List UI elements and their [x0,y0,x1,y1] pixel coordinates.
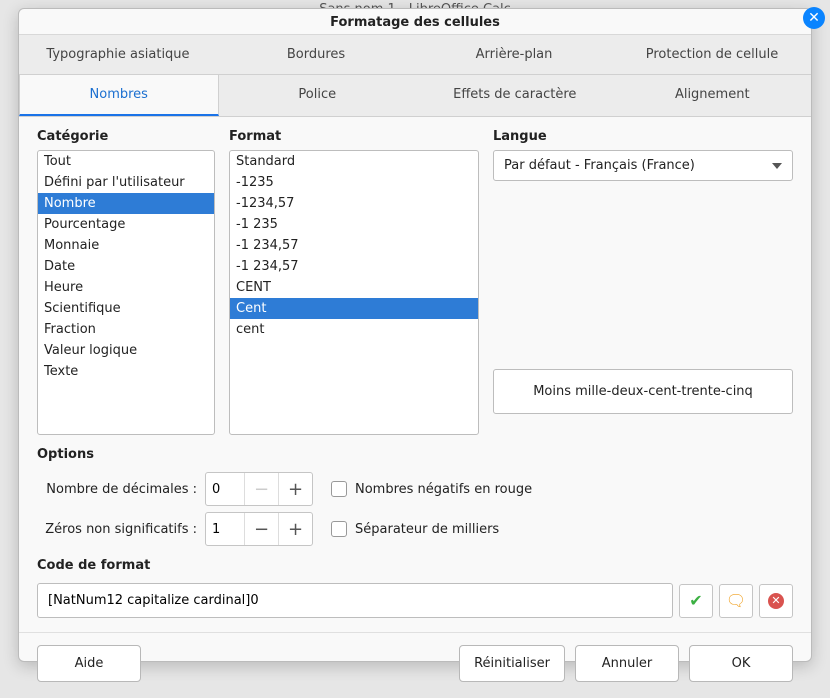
dialog-content: Catégorie ToutDéfini par l'utilisateurNo… [19,117,811,618]
edit-comment-button[interactable]: 🗨 [719,584,753,618]
cancel-button[interactable]: Annuler [575,645,679,682]
chevron-down-icon [772,163,782,169]
tab-row-lower: Nombres Police Effets de caractère Align… [19,75,811,117]
category-item[interactable]: Défini par l'utilisateur [38,172,214,193]
format-item[interactable]: -1 234,57 [230,256,478,277]
format-code-header: Code de format [37,546,793,577]
leading-zeros-minus-button[interactable]: − [244,513,278,545]
tab-asian-typography[interactable]: Typographie asiatique [19,35,217,74]
check-icon: ✔ [689,591,702,610]
decimals-label: Nombre de décimales : [37,482,197,497]
language-value: Par défaut - Français (France) [504,158,695,173]
language-select[interactable]: Par défaut - Français (France) [493,150,793,181]
ok-button[interactable]: OK [689,645,793,682]
apply-format-button[interactable]: ✔ [679,584,713,618]
format-cells-dialog: ✕ Formatage des cellules Typographie asi… [18,8,812,662]
format-item[interactable]: -1 235 [230,214,478,235]
category-item[interactable]: Monnaie [38,235,214,256]
category-item[interactable]: Valeur logique [38,340,214,361]
leading-zeros-stepper[interactable]: − + [205,512,313,546]
tab-row-upper: Typographie asiatique Bordures Arrière-p… [19,34,811,75]
category-item[interactable]: Nombre [38,193,214,214]
leading-zeros-input[interactable] [206,516,244,543]
category-item[interactable]: Tout [38,151,214,172]
category-item[interactable]: Date [38,256,214,277]
format-item[interactable]: cent [230,319,478,340]
thousands-sep-checkbox[interactable]: Séparateur de milliers [331,521,499,537]
thousands-sep-label: Séparateur de milliers [355,522,499,537]
tab-alignment[interactable]: Alignement [614,75,812,116]
category-item[interactable]: Pourcentage [38,214,214,235]
category-item[interactable]: Heure [38,277,214,298]
category-listbox[interactable]: ToutDéfini par l'utilisateurNombrePource… [37,150,215,435]
category-item[interactable]: Texte [38,361,214,382]
format-item[interactable]: Cent [230,298,478,319]
checkbox-icon [331,481,347,497]
dialog-title: Formatage des cellules [19,9,811,34]
language-header: Langue [493,129,793,150]
format-header: Format [229,129,479,150]
remove-format-button[interactable]: ✕ [759,584,793,618]
tab-numbers[interactable]: Nombres [19,75,219,116]
delete-icon: ✕ [768,593,784,609]
tab-char-effects[interactable]: Effets de caractère [416,75,614,116]
dialog-footer: Aide Réinitialiser Annuler OK [19,632,811,698]
tab-font[interactable]: Police [219,75,417,116]
tab-background[interactable]: Arrière-plan [415,35,613,74]
decimals-plus-button[interactable]: + [278,473,312,505]
help-button[interactable]: Aide [37,645,141,682]
reset-button[interactable]: Réinitialiser [459,645,565,682]
category-item[interactable]: Fraction [38,319,214,340]
decimals-stepper[interactable]: − + [205,472,313,506]
tab-borders[interactable]: Bordures [217,35,415,74]
format-code-input[interactable] [37,583,673,618]
negatives-red-label: Nombres négatifs en rouge [355,482,532,497]
leading-zeros-plus-button[interactable]: + [278,513,312,545]
format-item[interactable]: -1235 [230,172,478,193]
format-item[interactable]: -1234,57 [230,193,478,214]
comment-icon: 🗨 [726,591,746,610]
tab-cell-protection[interactable]: Protection de cellule [613,35,811,74]
checkbox-icon [331,521,347,537]
options-header: Options [37,435,793,466]
format-item[interactable]: Standard [230,151,478,172]
format-item[interactable]: -1 234,57 [230,235,478,256]
leading-zeros-label: Zéros non significatifs : [37,522,197,537]
format-listbox[interactable]: Standard-1235-1234,57-1 235-1 234,57-1 2… [229,150,479,435]
decimals-minus-button: − [244,473,278,505]
negatives-red-checkbox[interactable]: Nombres négatifs en rouge [331,481,532,497]
decimals-input[interactable] [206,476,244,503]
format-preview: Moins mille-deux-cent-trente-cinq [493,369,793,414]
category-header: Catégorie [37,129,215,150]
category-item[interactable]: Scientifique [38,298,214,319]
format-item[interactable]: CENT [230,277,478,298]
